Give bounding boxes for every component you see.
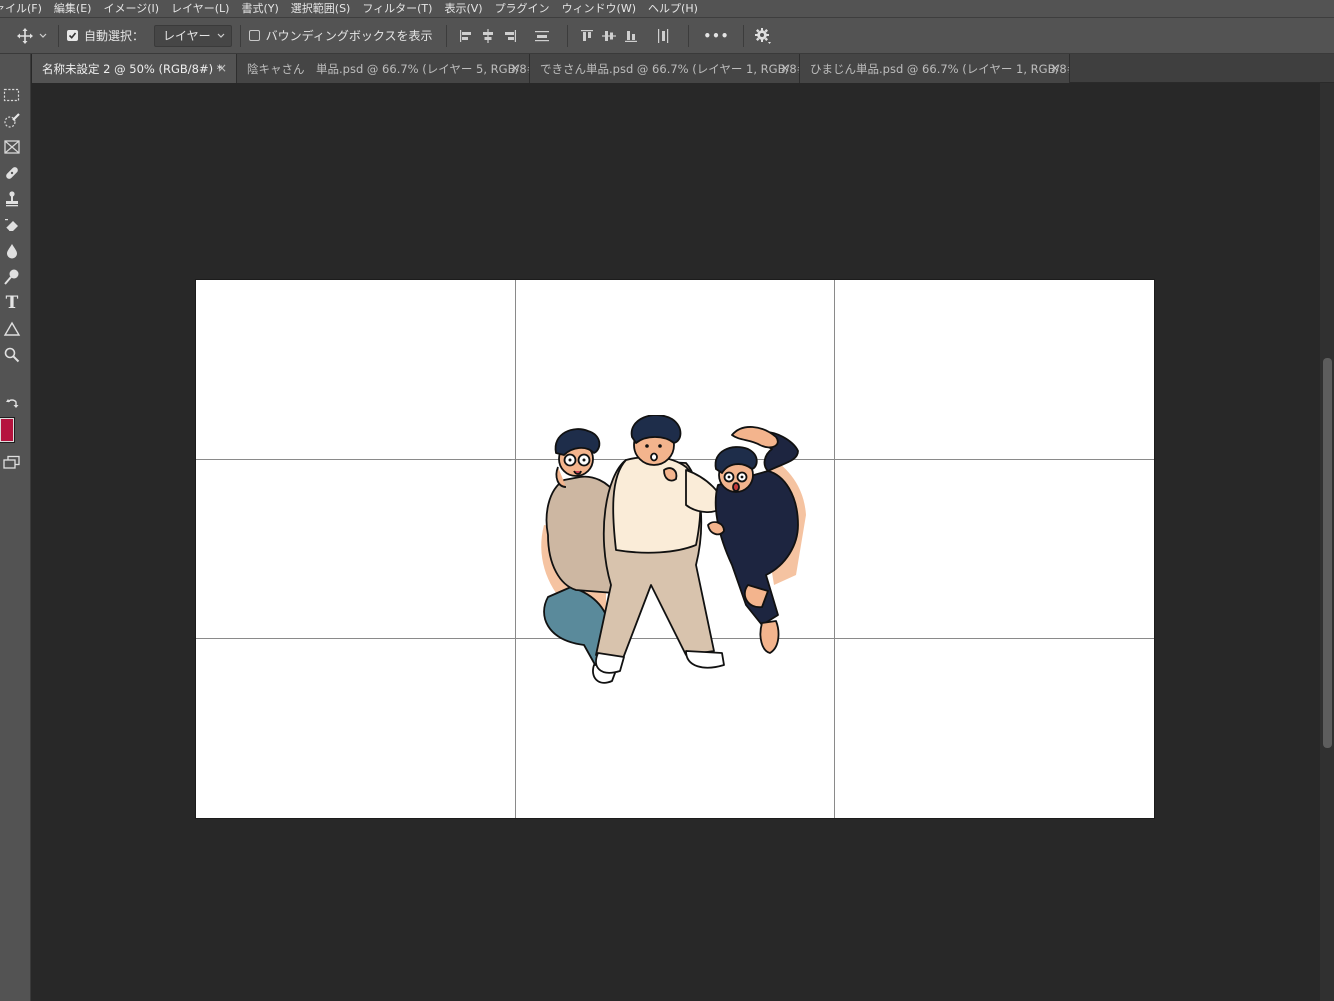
menu-view[interactable]: 表示(V) xyxy=(444,0,482,17)
character-right xyxy=(707,426,806,654)
tab-label: 陰キャさん 単品.psd @ 66.7% (レイヤー 5, RGB/8#) xyxy=(247,61,530,76)
bounding-box-checkbox[interactable] xyxy=(248,30,260,41)
bounding-box-option[interactable]: バウンディングボックスを表示 xyxy=(248,27,433,44)
tool-preset-chevron-down-icon[interactable] xyxy=(36,25,50,47)
divider xyxy=(743,24,745,47)
divider xyxy=(567,24,569,47)
chevron-down-icon xyxy=(217,33,225,38)
character-middle xyxy=(595,415,725,674)
tab-untitled-2[interactable]: 名称未設定 2 @ 50% (RGB/8#) * × xyxy=(32,54,237,83)
tab-label: できさん単品.psd @ 66.7% (レイヤー 1, RGB/8#) xyxy=(540,61,800,76)
divider xyxy=(688,24,690,47)
shape-icon[interactable] xyxy=(0,318,24,340)
divider xyxy=(446,24,448,47)
guide-vertical[interactable] xyxy=(834,280,835,818)
guide-vertical[interactable] xyxy=(515,280,516,818)
screen-mode-icon[interactable] xyxy=(0,451,24,473)
align-vertical-center-icon[interactable] xyxy=(598,25,620,47)
document-tabs: 名称未設定 2 @ 50% (RGB/8#) * × 陰キャさん 単品.psd … xyxy=(32,54,1334,83)
tab-label: 名称未設定 2 @ 50% (RGB/8#) * xyxy=(42,61,223,76)
document-canvas[interactable] xyxy=(196,280,1154,818)
align-bottom-icon[interactable] xyxy=(620,25,642,47)
clone-stamp-icon[interactable] xyxy=(0,188,24,210)
menu-window[interactable]: ウィンドウ(W) xyxy=(562,0,636,17)
gear-icon[interactable] xyxy=(752,25,774,47)
more-options-button[interactable]: ••• xyxy=(697,29,735,43)
menu-select[interactable]: 選択範囲(S) xyxy=(291,0,351,17)
align-top-icon[interactable] xyxy=(576,25,598,47)
menu-bar: ァイル(F) 編集(E) イメージ(I) レイヤー(L) 書式(Y) 選択範囲(… xyxy=(0,0,1334,17)
quick-selection-icon[interactable] xyxy=(0,110,24,132)
align-horizontal-center-icon[interactable] xyxy=(477,25,499,47)
menu-plugins[interactable]: プラグイン xyxy=(495,0,550,17)
tab-dekisan-psd[interactable]: できさん単品.psd @ 66.7% (レイヤー 1, RGB/8#) × xyxy=(530,54,800,83)
character-illustration xyxy=(541,415,806,684)
distribute-vertical-icon[interactable] xyxy=(531,25,553,47)
move-tool-icon[interactable] xyxy=(14,25,36,47)
scrollbar-thumb[interactable] xyxy=(1323,358,1332,748)
menu-help[interactable]: ヘルプ(H) xyxy=(648,0,698,17)
foreground-color-swatch[interactable] xyxy=(0,418,14,442)
auto-select-target-value: レイヤー xyxy=(163,29,211,43)
align-left-icon[interactable] xyxy=(455,25,477,47)
marquee-icon[interactable] xyxy=(0,84,24,106)
dodge-icon[interactable] xyxy=(0,266,24,288)
close-icon[interactable]: × xyxy=(780,61,790,75)
distribute-horizontal-icon[interactable] xyxy=(652,25,674,47)
align-right-icon[interactable] xyxy=(499,25,521,47)
close-icon[interactable]: × xyxy=(510,61,520,75)
menu-edit[interactable]: 編集(E) xyxy=(54,0,92,17)
tab-inkya-psd[interactable]: 陰キャさん 単品.psd @ 66.7% (レイヤー 5, RGB/8#) × xyxy=(237,54,530,83)
divider xyxy=(58,24,59,47)
tab-label: ひまじん単品.psd @ 66.7% (レイヤー 1, RGB/8#) xyxy=(810,61,1070,76)
blur-icon[interactable] xyxy=(0,240,24,262)
tab-himajin-psd[interactable]: ひまじん単品.psd @ 66.7% (レイヤー 1, RGB/8#) × xyxy=(800,54,1070,83)
menu-file[interactable]: ァイル(F) xyxy=(0,0,42,17)
healing-brush-icon[interactable] xyxy=(0,162,24,184)
swap-colors-icon[interactable] xyxy=(0,395,24,411)
auto-select-option[interactable]: 自動選択： xyxy=(67,27,144,44)
menu-layer[interactable]: レイヤー(L) xyxy=(171,0,229,17)
menu-image[interactable]: イメージ(I) xyxy=(103,0,159,17)
close-icon[interactable]: × xyxy=(217,61,227,75)
auto-select-checkbox[interactable] xyxy=(67,30,78,41)
auto-select-target-dropdown[interactable]: レイヤー xyxy=(154,24,232,47)
close-icon[interactable]: × xyxy=(1050,61,1060,75)
menu-filter[interactable]: フィルター(T) xyxy=(362,0,432,17)
zoom-icon[interactable] xyxy=(0,344,24,366)
frame-icon[interactable] xyxy=(0,136,24,158)
photoshop-window: ァイル(F) 編集(E) イメージ(I) レイヤー(L) 書式(Y) 選択範囲(… xyxy=(0,0,1334,1001)
type-icon[interactable]: T xyxy=(0,292,24,314)
options-bar: 自動選択： レイヤー バウンディングボックスを表示 ••• xyxy=(0,17,1334,54)
divider xyxy=(239,24,241,47)
menu-type[interactable]: 書式(Y) xyxy=(241,0,278,17)
vertical-scrollbar[interactable] xyxy=(1320,83,1334,1001)
tools-panel: T xyxy=(0,54,31,1001)
bounding-box-label: バウンディングボックスを表示 xyxy=(265,29,433,43)
auto-select-label: 自動選択： xyxy=(84,29,145,43)
eraser-icon[interactable] xyxy=(0,214,24,236)
